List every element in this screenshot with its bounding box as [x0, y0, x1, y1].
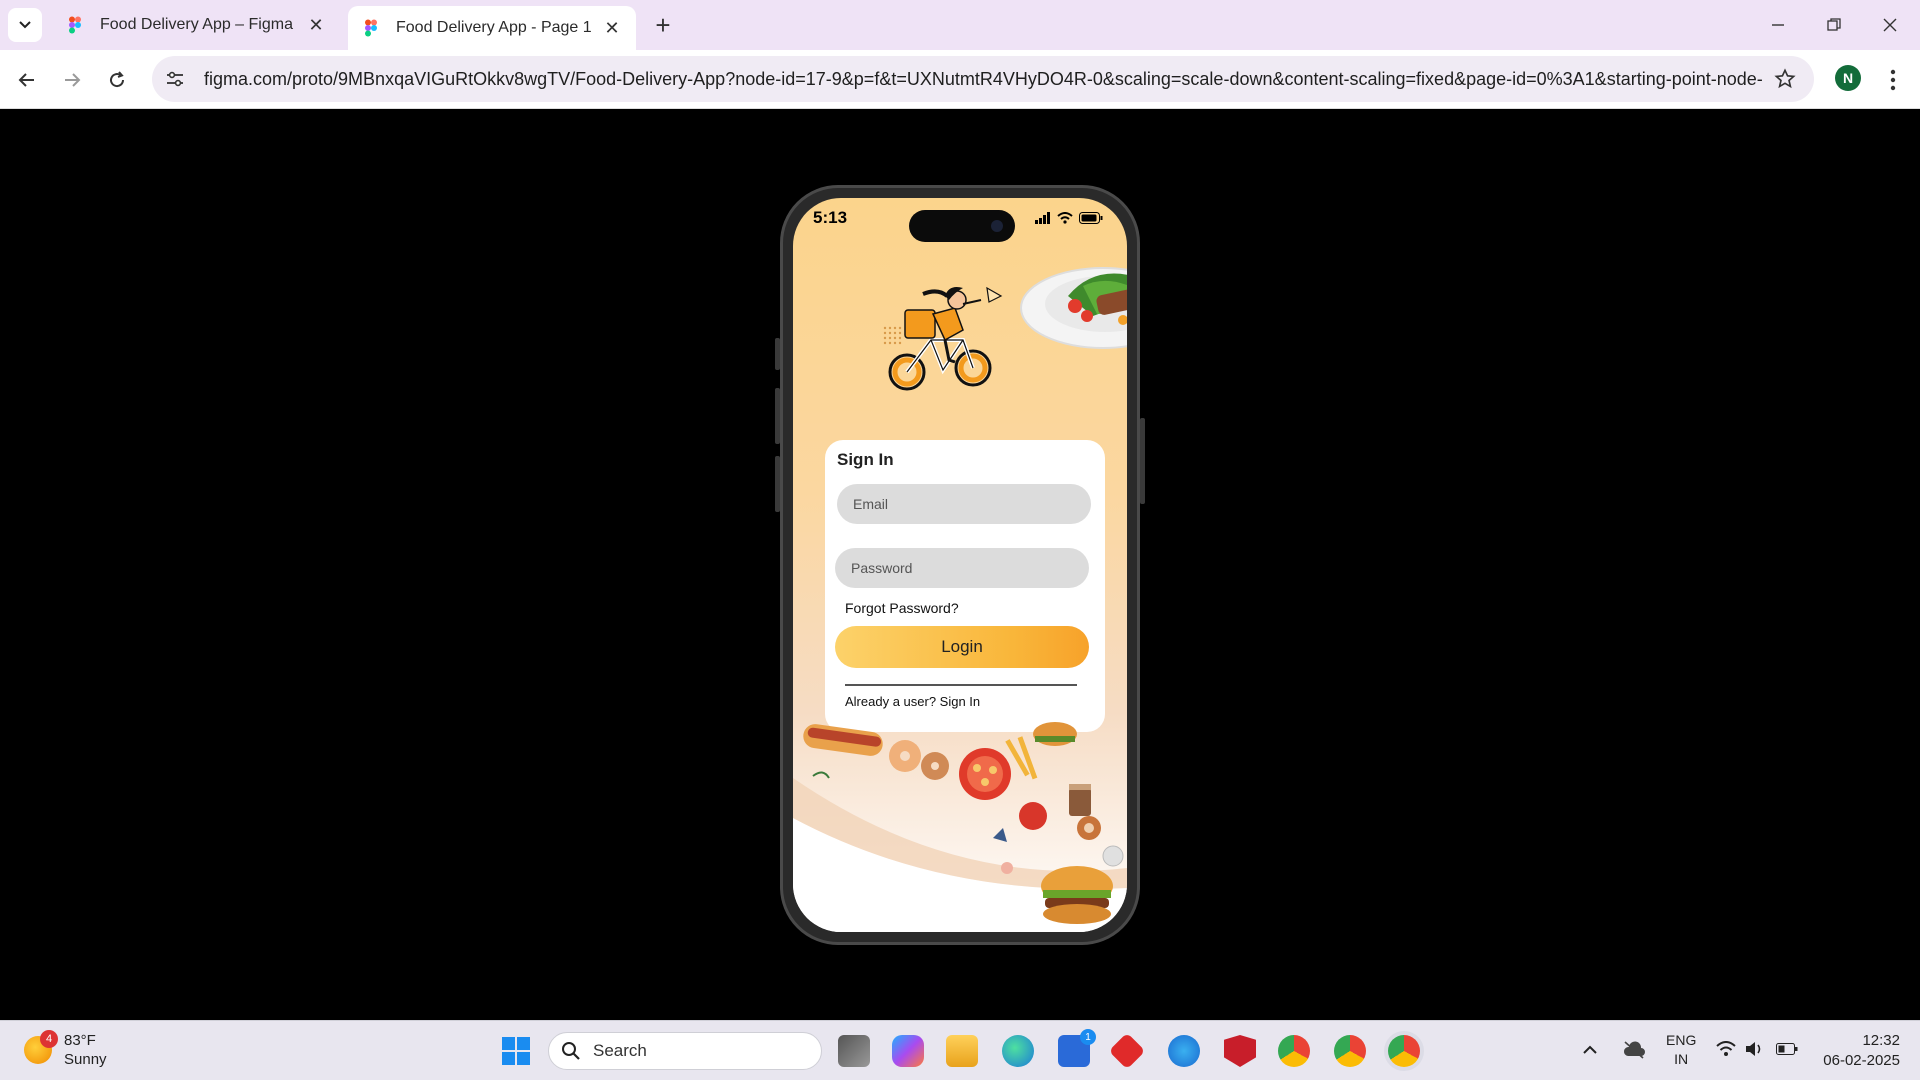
- wifi-icon: [1057, 212, 1073, 224]
- sun-icon: 4: [24, 1030, 58, 1064]
- back-button[interactable]: [10, 63, 44, 97]
- minimize-button[interactable]: [1758, 8, 1798, 42]
- forgot-password-link[interactable]: Forgot Password?: [845, 600, 959, 616]
- status-time: 5:13: [813, 208, 848, 227]
- salad-plate-image: [1020, 267, 1127, 349]
- tab-title: Food Delivery App – Figma: [100, 16, 293, 33]
- new-tab-button[interactable]: +: [648, 10, 678, 40]
- battery-icon[interactable]: [1776, 1043, 1798, 1055]
- search-label: Search: [593, 1041, 647, 1060]
- app-red-diamond-icon[interactable]: [1108, 1032, 1146, 1070]
- task-view-icon[interactable]: [838, 1035, 870, 1067]
- delivery-rider-illustration: [888, 286, 1003, 391]
- tab-figma-prototype[interactable]: Food Delivery App - Page 1 ✕: [348, 6, 636, 50]
- system-clock[interactable]: 12:32 06-02-2025: [1810, 1031, 1900, 1071]
- restore-button[interactable]: [1814, 8, 1854, 42]
- search-icon: [562, 1042, 580, 1060]
- wifi-icon[interactable]: [1716, 1041, 1736, 1057]
- browser-menu-button[interactable]: [1878, 63, 1908, 97]
- close-window-button[interactable]: [1870, 8, 1910, 42]
- login-button[interactable]: Login: [835, 626, 1089, 668]
- close-icon[interactable]: ✕: [304, 13, 328, 37]
- signin-card: Sign In Forgot Password? Login Already a…: [825, 440, 1105, 732]
- phone-power-button: [1140, 418, 1145, 504]
- help-icon[interactable]: [1168, 1035, 1200, 1067]
- phone-screen: 5:13 Sign In Email Forgot Password? Logi…: [793, 198, 1127, 932]
- phone-side-button: [775, 388, 780, 444]
- language-indicator[interactable]: ENG IN: [1666, 1031, 1696, 1069]
- start-button[interactable]: [502, 1037, 530, 1065]
- browser-toolbar: figma.com/proto/9MBnxqaVIGuRtOkkv8wgTV/F…: [0, 50, 1920, 109]
- chrome-icon[interactable]: [1334, 1035, 1366, 1067]
- clock-time: 12:32: [1862, 1032, 1900, 1049]
- signal-icon: [1035, 212, 1050, 224]
- prototype-canvas: 5:13 Sign In Email Forgot Password? Logi…: [0, 109, 1920, 1020]
- more-vertical-icon: [1890, 69, 1896, 91]
- battery-icon: [1079, 212, 1103, 224]
- file-explorer-icon[interactable]: [946, 1035, 978, 1067]
- dynamic-island: [909, 210, 1015, 242]
- food-collage-image: [793, 722, 1127, 932]
- chevron-up-icon[interactable]: [1582, 1043, 1598, 1057]
- signin-title: Sign In: [837, 450, 894, 469]
- arrow-left-icon: [18, 73, 34, 87]
- notification-badge: 4: [40, 1030, 58, 1048]
- star-icon: [1774, 68, 1796, 89]
- tab-title: Food Delivery App - Page 1: [396, 19, 592, 36]
- copilot-icon[interactable]: [892, 1035, 924, 1067]
- minimize-icon: [1772, 24, 1784, 26]
- chrome-icon[interactable]: [1278, 1035, 1310, 1067]
- url-text[interactable]: figma.com/proto/9MBnxqaVIGuRtOkkv8wgTV/F…: [204, 69, 1764, 90]
- phone-side-button: [775, 338, 780, 370]
- taskbar-search[interactable]: Search: [548, 1032, 822, 1070]
- weather-desc: Sunny: [64, 1051, 107, 1068]
- weather-temp: 83°F: [64, 1032, 96, 1049]
- close-icon: [1883, 18, 1897, 32]
- chevron-down-icon: [19, 21, 31, 29]
- phone-frame: 5:13 Sign In Email Forgot Password? Logi…: [775, 185, 1145, 945]
- reload-button[interactable]: [100, 63, 134, 97]
- cloud-offline-icon[interactable]: [1622, 1041, 1646, 1059]
- volume-icon[interactable]: [1744, 1041, 1764, 1057]
- restore-icon: [1827, 18, 1841, 31]
- edge-icon[interactable]: [1002, 1035, 1034, 1067]
- windows-taskbar: 4 83°F Sunny Search 1 ENG IN 12:32 06-02…: [0, 1020, 1920, 1080]
- tab-figma-file[interactable]: Food Delivery App – Figma ✕: [52, 6, 340, 44]
- notification-badge: 1: [1080, 1029, 1096, 1045]
- windows-logo-icon: [502, 1037, 515, 1050]
- tune-icon: [167, 71, 183, 87]
- forward-button[interactable]: [55, 63, 89, 97]
- site-info-button[interactable]: [158, 62, 192, 96]
- status-icons: [1035, 212, 1103, 224]
- mcafee-icon[interactable]: [1224, 1035, 1256, 1067]
- profile-avatar[interactable]: N: [1835, 65, 1861, 91]
- figma-icon: [365, 19, 377, 37]
- weather-widget[interactable]: 4 83°F Sunny: [24, 1030, 107, 1069]
- divider: [845, 684, 1077, 686]
- arrow-right-icon: [65, 73, 81, 87]
- signin-link[interactable]: Already a user? Sign In: [845, 694, 980, 709]
- address-bar[interactable]: figma.com/proto/9MBnxqaVIGuRtOkkv8wgTV/F…: [152, 56, 1814, 102]
- reload-icon: [110, 71, 125, 88]
- password-field[interactable]: [835, 548, 1089, 588]
- email-field[interactable]: [837, 484, 1091, 524]
- phone-side-button: [775, 456, 780, 512]
- store-icon[interactable]: 1: [1058, 1029, 1096, 1067]
- camera-icon: [991, 220, 1003, 232]
- tab-bar: Food Delivery App – Figma ✕ Food Deliver…: [0, 0, 1920, 50]
- close-icon[interactable]: ✕: [600, 16, 624, 40]
- chrome-icon[interactable]: [1388, 1035, 1420, 1067]
- figma-icon: [69, 16, 81, 34]
- tab-search-button[interactable]: [8, 8, 42, 42]
- clock-date: 06-02-2025: [1823, 1052, 1900, 1069]
- bookmark-button[interactable]: [1770, 64, 1800, 94]
